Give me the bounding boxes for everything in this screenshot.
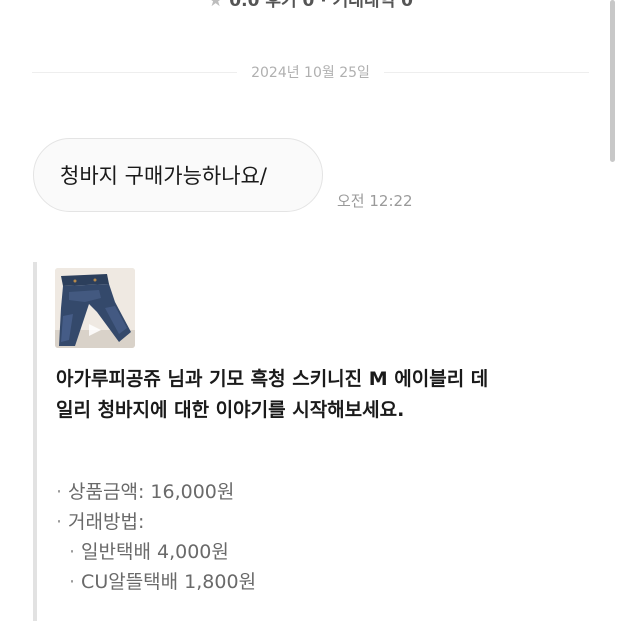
product-details: · 상품금액: 16,000원 · 거래방법: · 일반택배 4,000원 · CU알뜰…: [56, 477, 256, 597]
card-accent-bar: [33, 262, 37, 621]
chat-intro-text: 아가루피공쥬 님과 기모 흑청 스키니진 M 에이블리 데일리 청바지에 대한 …: [56, 368, 489, 421]
date-label: 2024년 10월 25일: [251, 65, 370, 81]
stats-text: 후기 0 · 거래내역 0: [265, 0, 413, 11]
detail-shipping-standard: · 일반택배 4,000원: [69, 541, 229, 563]
divider-line-right: [383, 71, 589, 73]
detail-trade-method: · 거래방법:: [56, 511, 145, 533]
divider-line-left: [32, 71, 238, 73]
detail-label: 거래방법:: [68, 511, 145, 533]
jeans-photo-icon: [55, 268, 135, 348]
message-time: 오전 12:22: [337, 192, 413, 210]
seller-stats: ★ 0.0 후기 0 · 거래내역 0: [0, 0, 621, 11]
rating-value: 0.0: [229, 0, 260, 11]
detail-label: CU알뜰택배 1,800원: [81, 571, 257, 593]
star-icon: ★: [208, 0, 224, 11]
detail-label: 상품금액: 16,000원: [68, 481, 235, 503]
detail-label: 일반택배 4,000원: [81, 541, 229, 563]
detail-price: · 상품금액: 16,000원: [56, 481, 235, 503]
scrollbar[interactable]: [610, 0, 615, 162]
date-divider: 2024년 10월 25일: [32, 60, 589, 84]
message-bubble[interactable]: 청바지 구매가능하나요/: [33, 138, 323, 212]
detail-shipping-cu: · CU알뜰택배 1,800원: [69, 571, 257, 593]
product-thumbnail[interactable]: [55, 268, 135, 348]
message-text: 청바지 구매가능하나요/: [60, 164, 267, 188]
product-card: 아가루피공쥬 님과 기모 흑청 스키니진 M 에이블리 데일리 청바지에 대한 …: [33, 262, 593, 621]
